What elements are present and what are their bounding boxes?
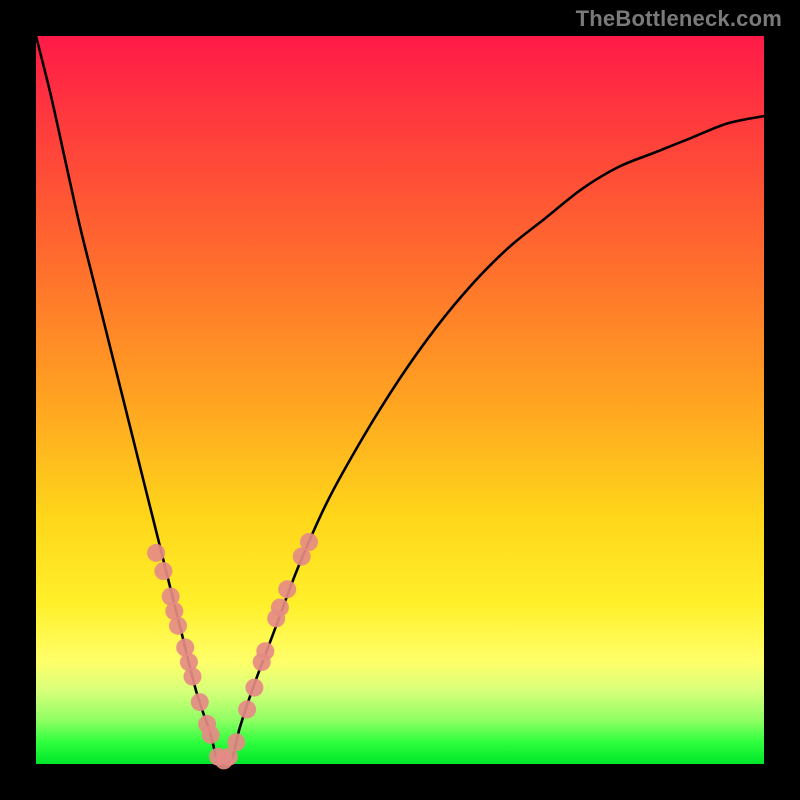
curve-marker	[253, 653, 271, 671]
chart-frame: TheBottleneck.com	[0, 0, 800, 800]
bottleneck-curve	[36, 36, 764, 766]
plot-area	[36, 36, 764, 764]
curve-marker	[278, 580, 296, 598]
curve-marker	[154, 562, 172, 580]
curve-marker	[267, 609, 285, 627]
curve-marker	[245, 679, 263, 697]
curve-marker	[180, 653, 198, 671]
curve-marker	[227, 733, 245, 751]
curve-marker	[300, 533, 318, 551]
curve-marker	[202, 726, 220, 744]
watermark-text: TheBottleneck.com	[576, 6, 782, 32]
curve-marker	[238, 700, 256, 718]
curve-marker	[191, 693, 209, 711]
curve-marker	[169, 617, 187, 635]
marker-layer	[147, 533, 318, 769]
chart-svg	[36, 36, 764, 764]
curve-marker	[147, 544, 165, 562]
